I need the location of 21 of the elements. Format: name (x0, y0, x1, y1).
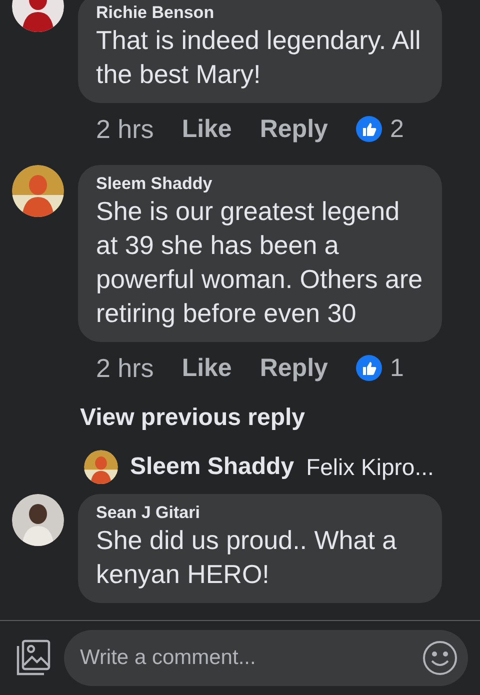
like-icon (356, 355, 382, 381)
like-button[interactable]: Like (182, 354, 232, 382)
comment-field[interactable]: Write a comment... (64, 630, 468, 686)
timestamp: 2 hrs (96, 114, 154, 144)
reaction-count: 2 (390, 114, 404, 144)
author-name: Sleem Shaddy (96, 174, 214, 194)
like-icon (356, 116, 382, 142)
reply-button[interactable]: Reply (260, 354, 328, 382)
like-button[interactable]: Like (182, 114, 232, 144)
author-name: Richie Benson (96, 3, 216, 23)
reaction-count: 1 (390, 354, 404, 382)
comment-text: She is our greatest legend at 39 she has been a powerful woman. Others are retiring before even 30 (96, 195, 424, 330)
reply-snippet: Felix Kipro... (306, 454, 434, 480)
reply-button[interactable]: Reply (260, 114, 328, 144)
view-replies-link[interactable]: View previous reply (80, 404, 480, 432)
comment-text: She did us proud.. What a kenyan HERO! (96, 524, 398, 591)
comment-text: That is indeed legendary. All the best Mary! (96, 24, 422, 91)
author-name: Sleem Shaddy (130, 453, 294, 481)
emoji-icon[interactable] (422, 640, 458, 676)
timestamp: 2 hrs (96, 352, 154, 384)
author-name: Sean J Gitari (96, 503, 201, 523)
